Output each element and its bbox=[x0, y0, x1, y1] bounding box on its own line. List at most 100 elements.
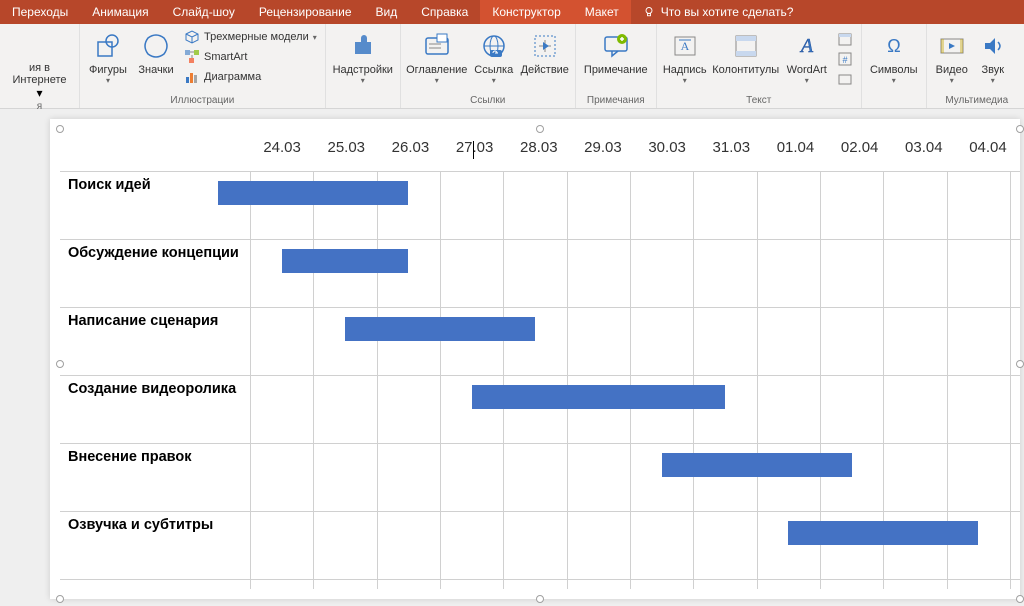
action-button[interactable]: Действие bbox=[519, 26, 571, 76]
icons-icon bbox=[140, 30, 172, 62]
gantt-task-labels: Поиск идейОбсуждение концепцииНаписание … bbox=[60, 171, 250, 589]
gantt-bar[interactable] bbox=[472, 385, 725, 409]
task-label: Поиск идей bbox=[68, 177, 151, 194]
online-media-label[interactable]: ия в Интернете bbox=[4, 62, 75, 86]
resize-handle[interactable] bbox=[56, 595, 64, 603]
text-extra2-button[interactable]: # bbox=[833, 50, 857, 68]
group-comments: Примечание Примечания bbox=[576, 24, 657, 108]
tab-help[interactable]: Справка bbox=[409, 0, 480, 24]
tell-me-search[interactable]: Что вы хотите сделать? bbox=[631, 5, 806, 19]
smartart-icon bbox=[184, 49, 200, 65]
chart-button[interactable]: Диаграмма bbox=[180, 68, 321, 86]
group-links: Оглавление▾ Ссылка▾ Действие Ссылки bbox=[401, 24, 576, 108]
tab-animation[interactable]: Анимация bbox=[80, 0, 160, 24]
gantt-bar[interactable] bbox=[662, 453, 852, 477]
gridline bbox=[313, 171, 314, 589]
date-label: 30.03 bbox=[635, 139, 699, 167]
comment-button[interactable]: Примечание bbox=[580, 26, 652, 76]
group-addins: Надстройки▾ bbox=[326, 24, 401, 108]
group-illustrations-label: Иллюстрации bbox=[84, 94, 321, 108]
group-comments-label: Примечания bbox=[580, 94, 652, 108]
headerfooter-icon bbox=[730, 30, 762, 62]
action-icon bbox=[529, 30, 561, 62]
video-icon bbox=[936, 30, 968, 62]
audio-icon bbox=[977, 30, 1009, 62]
group-media-label: Мультимедиа bbox=[931, 94, 1023, 108]
symbols-button[interactable]: Ω Символы▾ bbox=[866, 26, 922, 85]
tab-layout[interactable]: Макет bbox=[573, 0, 631, 24]
date-label: 26.03 bbox=[378, 139, 442, 167]
date-label: 04.04 bbox=[956, 139, 1020, 167]
gridline bbox=[503, 171, 504, 589]
task-label: Написание сценария bbox=[68, 313, 218, 330]
gantt-bar[interactable] bbox=[788, 521, 978, 545]
group-text-label: Текст bbox=[661, 94, 857, 108]
tab-design[interactable]: Конструктор bbox=[480, 0, 572, 24]
chart-icon bbox=[184, 69, 200, 85]
resize-handle[interactable] bbox=[536, 595, 544, 603]
slide[interactable]: 24.0325.0326.0327.0328.0329.0330.0331.03… bbox=[50, 119, 1020, 599]
svg-text:#: # bbox=[842, 55, 847, 65]
ribbon-tab-bar: Переходы Анимация Слайд-шоу Рецензирован… bbox=[0, 0, 1024, 24]
slidenum-icon: # bbox=[837, 51, 853, 67]
gantt-plot-area bbox=[250, 171, 1020, 589]
date-label: 25.03 bbox=[314, 139, 378, 167]
gridline bbox=[377, 171, 378, 589]
date-icon bbox=[837, 31, 853, 47]
date-label: 24.03 bbox=[250, 139, 314, 167]
date-label: 29.03 bbox=[571, 139, 635, 167]
toc-button[interactable]: Оглавление▾ bbox=[405, 26, 469, 85]
gantt-chart[interactable]: 24.0325.0326.0327.0328.0329.0330.0331.03… bbox=[60, 129, 1020, 589]
gantt-date-axis: 24.0325.0326.0327.0328.0329.0330.0331.03… bbox=[250, 139, 1020, 167]
video-button[interactable]: Видео▾ bbox=[931, 26, 973, 85]
tab-slideshow[interactable]: Слайд-шоу bbox=[161, 0, 247, 24]
task-label: Создание видеоролика bbox=[68, 381, 236, 398]
group-illustrations: Фигуры▾ Значки Трехмерные модели ▾ Smart… bbox=[80, 24, 326, 108]
shapes-icon bbox=[92, 30, 124, 62]
audio-button[interactable]: Звук▾ bbox=[975, 26, 1011, 85]
tab-review[interactable]: Рецензирование bbox=[247, 0, 364, 24]
gridline bbox=[693, 171, 694, 589]
svg-text:A: A bbox=[680, 39, 689, 53]
shapes-button[interactable]: Фигуры▾ bbox=[84, 26, 132, 85]
gantt-bar[interactable] bbox=[345, 317, 535, 341]
text-extra3-button[interactable] bbox=[833, 70, 857, 88]
link-icon bbox=[478, 30, 510, 62]
svg-text:A: A bbox=[799, 35, 814, 57]
text-extra1-button[interactable] bbox=[833, 30, 857, 48]
group-symbols: Ω Символы▾ bbox=[862, 24, 927, 108]
gridline bbox=[757, 171, 758, 589]
headerfooter-button[interactable]: Колонтитулы bbox=[711, 26, 781, 76]
tab-transitions[interactable]: Переходы bbox=[0, 0, 80, 24]
gridline bbox=[567, 171, 568, 589]
group-text: A Надпись▾ Колонтитулы A WordArt▾ # Текс… bbox=[657, 24, 862, 108]
resize-handle[interactable] bbox=[1016, 595, 1024, 603]
smartart-button[interactable]: SmartArt bbox=[180, 48, 321, 66]
tell-me-label: Что вы хотите сделать? bbox=[661, 5, 794, 19]
group-media: Видео▾ Звук▾ Мультимедиа bbox=[927, 24, 1024, 108]
addins-icon bbox=[347, 30, 379, 62]
slide-workspace: 24.0325.0326.0327.0328.0329.0330.0331.03… bbox=[0, 109, 1024, 606]
date-label: 31.03 bbox=[699, 139, 763, 167]
comment-icon bbox=[600, 30, 632, 62]
gantt-bar[interactable] bbox=[282, 249, 409, 273]
date-label: 02.04 bbox=[828, 139, 892, 167]
tab-view[interactable]: Вид bbox=[364, 0, 410, 24]
models3d-button[interactable]: Трехмерные модели ▾ bbox=[180, 28, 321, 46]
ribbon: ия в Интернете ▾ я Фигуры▾ Значки Трехме… bbox=[0, 24, 1024, 109]
gridline bbox=[630, 171, 631, 589]
textbox-button[interactable]: A Надпись▾ bbox=[661, 26, 709, 85]
addins-button[interactable]: Надстройки▾ bbox=[330, 26, 396, 85]
gridline bbox=[440, 171, 441, 589]
wordart-button[interactable]: A WordArt▾ bbox=[783, 26, 831, 85]
icons-button[interactable]: Значки bbox=[134, 26, 178, 76]
date-label: 27.03 bbox=[443, 139, 507, 167]
svg-text:Ω: Ω bbox=[887, 36, 900, 56]
textbox-icon: A bbox=[669, 30, 701, 62]
link-button[interactable]: Ссылка▾ bbox=[471, 26, 517, 85]
omega-icon: Ω bbox=[878, 30, 910, 62]
gridline bbox=[250, 171, 251, 589]
toc-icon bbox=[421, 30, 453, 62]
lightbulb-icon bbox=[643, 6, 655, 18]
text-cursor bbox=[473, 141, 474, 159]
